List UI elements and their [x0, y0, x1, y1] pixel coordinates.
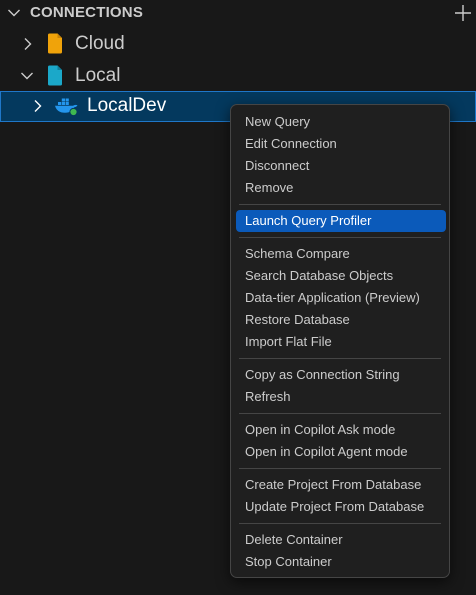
- menu-item-copilot-agent-mode[interactable]: Open in Copilot Agent mode: [236, 441, 446, 463]
- menu-item-restore-database[interactable]: Restore Database: [236, 309, 446, 331]
- section-title: CONNECTIONS: [30, 4, 144, 21]
- menu-item-copilot-ask-mode[interactable]: Open in Copilot Ask mode: [236, 419, 446, 441]
- menu-item-stop-container[interactable]: Stop Container: [236, 551, 446, 573]
- file-icon: [48, 33, 62, 54]
- menu-separator: [239, 523, 441, 524]
- menu-item-launch-query-profiler[interactable]: Launch Query Profiler: [236, 210, 446, 232]
- chevron-right-icon[interactable]: [20, 36, 36, 52]
- menu-item-import-flat-file[interactable]: Import Flat File: [236, 331, 446, 353]
- menu-item-schema-compare[interactable]: Schema Compare: [236, 243, 446, 265]
- chevron-down-icon[interactable]: [6, 5, 22, 21]
- menu-separator: [239, 468, 441, 469]
- menu-item-new-query[interactable]: New Query: [236, 111, 446, 133]
- tree-item-label: Cloud: [75, 33, 125, 54]
- plus-icon[interactable]: [453, 3, 473, 23]
- context-menu: New Query Edit Connection Disconnect Rem…: [230, 104, 450, 578]
- menu-item-data-tier-application[interactable]: Data-tier Application (Preview): [236, 287, 446, 309]
- menu-item-delete-container[interactable]: Delete Container: [236, 529, 446, 551]
- menu-separator: [239, 204, 441, 205]
- menu-item-disconnect[interactable]: Disconnect: [236, 155, 446, 177]
- menu-item-edit-connection[interactable]: Edit Connection: [236, 133, 446, 155]
- file-icon: [48, 65, 62, 86]
- menu-item-refresh[interactable]: Refresh: [236, 386, 446, 408]
- menu-separator: [239, 237, 441, 238]
- menu-item-copy-connection-string[interactable]: Copy as Connection String: [236, 364, 446, 386]
- menu-separator: [239, 358, 441, 359]
- connections-section-header[interactable]: CONNECTIONS: [0, 0, 476, 26]
- tree-item-local[interactable]: Local: [0, 60, 476, 92]
- tree-item-cloud[interactable]: Cloud: [0, 28, 476, 60]
- docker-icon: [55, 98, 78, 117]
- menu-item-search-database-objects[interactable]: Search Database Objects: [236, 265, 446, 287]
- menu-separator: [239, 413, 441, 414]
- chevron-right-icon[interactable]: [30, 98, 46, 114]
- menu-item-update-project-from-database[interactable]: Update Project From Database: [236, 496, 446, 518]
- menu-item-create-project-from-database[interactable]: Create Project From Database: [236, 474, 446, 496]
- tree-item-label: Local: [75, 65, 121, 86]
- chevron-down-icon[interactable]: [19, 68, 35, 84]
- tree-item-label: LocalDev: [87, 95, 167, 116]
- connections-panel: CONNECTIONS Cloud Local LocalDev New Que…: [0, 0, 476, 595]
- menu-item-remove[interactable]: Remove: [236, 177, 446, 199]
